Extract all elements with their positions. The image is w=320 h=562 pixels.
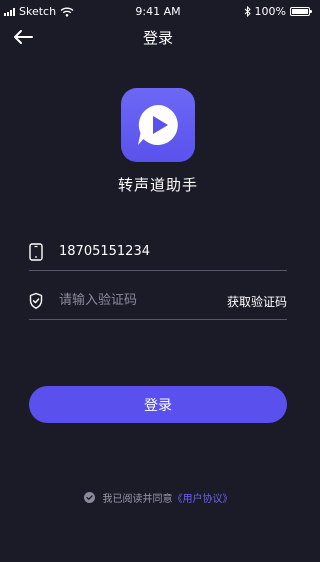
check-circle-icon[interactable] bbox=[83, 492, 95, 503]
battery-level bbox=[292, 9, 308, 14]
battery-icon bbox=[290, 7, 312, 16]
phone-field-row bbox=[29, 234, 287, 271]
status-battery-group: 100% bbox=[244, 5, 312, 18]
get-code-button[interactable]: 获取验证码 bbox=[227, 293, 287, 310]
battery-percent: 100% bbox=[254, 5, 286, 18]
verification-code-input[interactable] bbox=[59, 289, 209, 311]
user-agreement-link[interactable]: 《用户协议》 bbox=[173, 490, 233, 505]
app-logo bbox=[121, 88, 195, 162]
play-bubble-icon bbox=[138, 105, 178, 145]
code-field-row: 获取验证码 bbox=[29, 283, 287, 320]
app-name: 转声道助手 bbox=[117, 176, 198, 194]
login-button[interactable]: 登录 bbox=[29, 386, 287, 423]
mobile-phone-icon bbox=[29, 243, 43, 261]
agreement-text: 我已阅读并同意 bbox=[102, 494, 173, 505]
phone-input[interactable] bbox=[59, 240, 279, 262]
status-bar: Sketch 9:41 AM 100% bbox=[0, 0, 316, 22]
bluetooth-icon bbox=[244, 6, 251, 17]
page-title: 登录 bbox=[142, 29, 173, 47]
nav-bar: 登录 bbox=[0, 22, 316, 52]
agreement-row: 我已阅读并同意 《用户协议》 bbox=[0, 490, 316, 505]
shield-check-icon bbox=[29, 292, 43, 309]
